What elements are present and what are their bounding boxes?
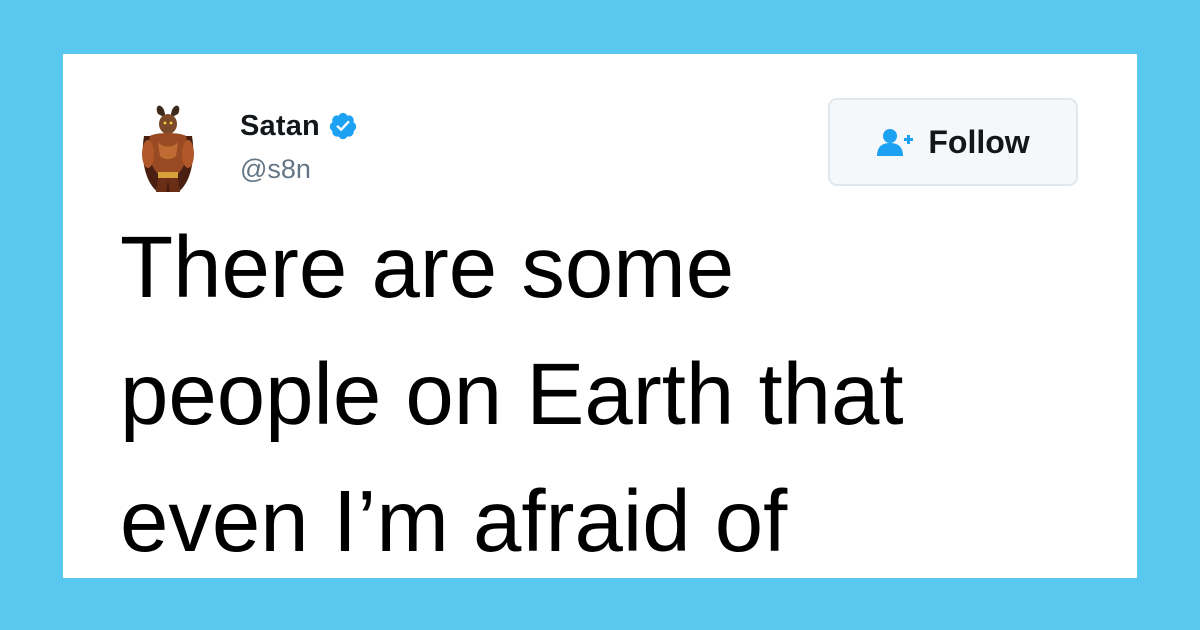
follow-button[interactable]: Follow (828, 98, 1078, 186)
follow-button-label: Follow (928, 123, 1030, 160)
tweet-text-line: even I’m afraid of (120, 473, 788, 570)
tweet-card: Satan @s8n Follow There are some people … (63, 54, 1137, 578)
tweet-text-line: people on Earth that (120, 346, 904, 443)
author-name-row: Satan (240, 108, 358, 144)
verified-badge-icon (329, 112, 357, 140)
avatar[interactable] (136, 100, 200, 196)
tweet-text-line: There are some (120, 219, 735, 316)
devil-figure-icon (142, 105, 194, 192)
author-handle[interactable]: @s8n (240, 154, 311, 185)
tweet-text: There are some people on Earth that even… (120, 204, 1110, 585)
add-user-icon (877, 129, 914, 156)
author-display-name[interactable]: Satan (240, 110, 320, 143)
